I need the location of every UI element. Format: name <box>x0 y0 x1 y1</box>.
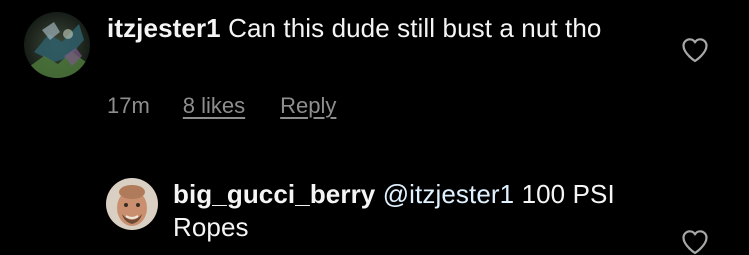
likes-count-link[interactable]: 8 likes <box>183 93 245 119</box>
reply-button[interactable]: Reply <box>280 93 336 119</box>
abstract-avatar-icon <box>24 12 90 78</box>
comment-timestamp: 17m <box>107 93 150 118</box>
comment-text: Can this dude still bust a nut tho <box>228 13 602 43</box>
avatar[interactable] <box>106 178 158 230</box>
comment-body: big_gucci_berry @itzjester1 100 PSI Rope… <box>173 178 663 244</box>
heart-outline-icon[interactable] <box>681 37 709 63</box>
avatar[interactable] <box>24 12 90 78</box>
profile-photo-avatar-icon <box>106 178 158 230</box>
comment-itzjester1: itzjester1 Can this dude still bust a nu… <box>0 0 749 130</box>
heart-outline-icon[interactable] <box>681 229 709 255</box>
comment-big-gucci-berry: big_gucci_berry @itzjester1 100 PSI Rope… <box>0 160 749 255</box>
comment-username[interactable]: big_gucci_berry <box>173 179 375 209</box>
mention-link[interactable]: @itzjester1 <box>383 179 515 209</box>
comment-username[interactable]: itzjester1 <box>107 13 221 43</box>
comment-body: itzjester1 Can this dude still bust a nu… <box>107 12 647 45</box>
comment-meta: 17m 8 likes Reply <box>107 93 336 119</box>
